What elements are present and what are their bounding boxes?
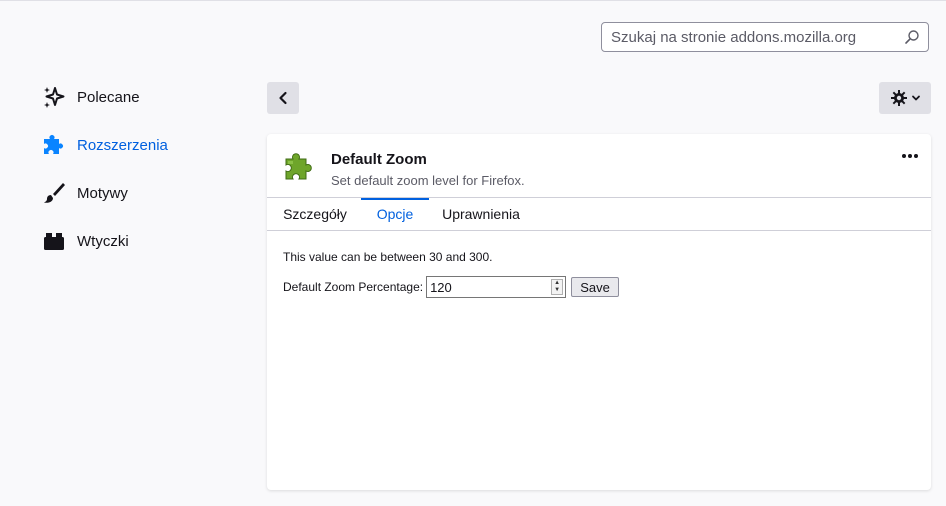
sidebar-item-motywy[interactable]: Motywy xyxy=(42,177,242,209)
sidebar-item-label: Polecane xyxy=(77,88,140,106)
sparkle-icon xyxy=(42,85,66,109)
sidebar-item-label: Wtyczki xyxy=(77,232,129,250)
zoom-label: Default Zoom Percentage: xyxy=(283,280,424,294)
save-button[interactable]: Save xyxy=(571,277,620,297)
sidebar-item-polecane[interactable]: Polecane xyxy=(42,81,242,113)
tab-opcje[interactable]: Opcje xyxy=(361,198,429,230)
puzzle-icon xyxy=(42,133,66,157)
top-divider xyxy=(0,0,946,1)
tools-menu-button[interactable] xyxy=(879,82,931,114)
more-dots-icon xyxy=(902,154,918,158)
stepper-up-icon[interactable]: ▲ xyxy=(552,280,562,287)
sidebar-item-label: Motywy xyxy=(77,184,128,202)
tab-uprawnienia[interactable]: Uprawnienia xyxy=(439,198,523,230)
sidebar-item-wtyczki[interactable]: Wtyczki xyxy=(42,225,242,257)
stepper-down-icon[interactable]: ▼ xyxy=(552,287,562,294)
more-options-button[interactable] xyxy=(899,146,921,166)
addon-name: Default Zoom xyxy=(331,151,427,168)
tab-szczegoly[interactable]: Szczegóły xyxy=(277,198,353,230)
chevron-down-icon xyxy=(911,95,920,101)
sidebar-item-label: Rozszerzenia xyxy=(77,136,168,154)
plugin-icon xyxy=(42,229,66,253)
search-input[interactable] xyxy=(602,23,901,51)
brush-icon xyxy=(42,181,66,205)
zoom-value: 120 xyxy=(430,280,452,295)
search-icon[interactable] xyxy=(904,29,920,45)
addon-card: Default Zoom Set default zoom level for … xyxy=(267,134,931,490)
chevron-left-icon xyxy=(279,91,287,105)
zoom-percentage-input[interactable]: 120 ▲ ▼ xyxy=(426,276,567,298)
gear-icon xyxy=(890,90,907,106)
search-box[interactable] xyxy=(601,22,929,52)
puzzle-icon xyxy=(285,153,312,180)
addons-manager-page: Polecane Rozszerzenia Motywy Wtyczki xyxy=(0,0,946,506)
options-note: This value can be between 30 and 300. xyxy=(283,250,493,264)
back-button[interactable] xyxy=(267,82,299,114)
addon-description: Set default zoom level for Firefox. xyxy=(331,173,525,188)
sidebar-item-rozszerzenia[interactable]: Rozszerzenia xyxy=(42,129,242,161)
zoom-stepper[interactable]: ▲ ▼ xyxy=(551,279,564,295)
addon-tabs: Szczegóły Opcje Uprawnienia xyxy=(267,197,931,231)
zoom-option-row: Default Zoom Percentage: 120 ▲ ▼ Save xyxy=(283,276,620,298)
